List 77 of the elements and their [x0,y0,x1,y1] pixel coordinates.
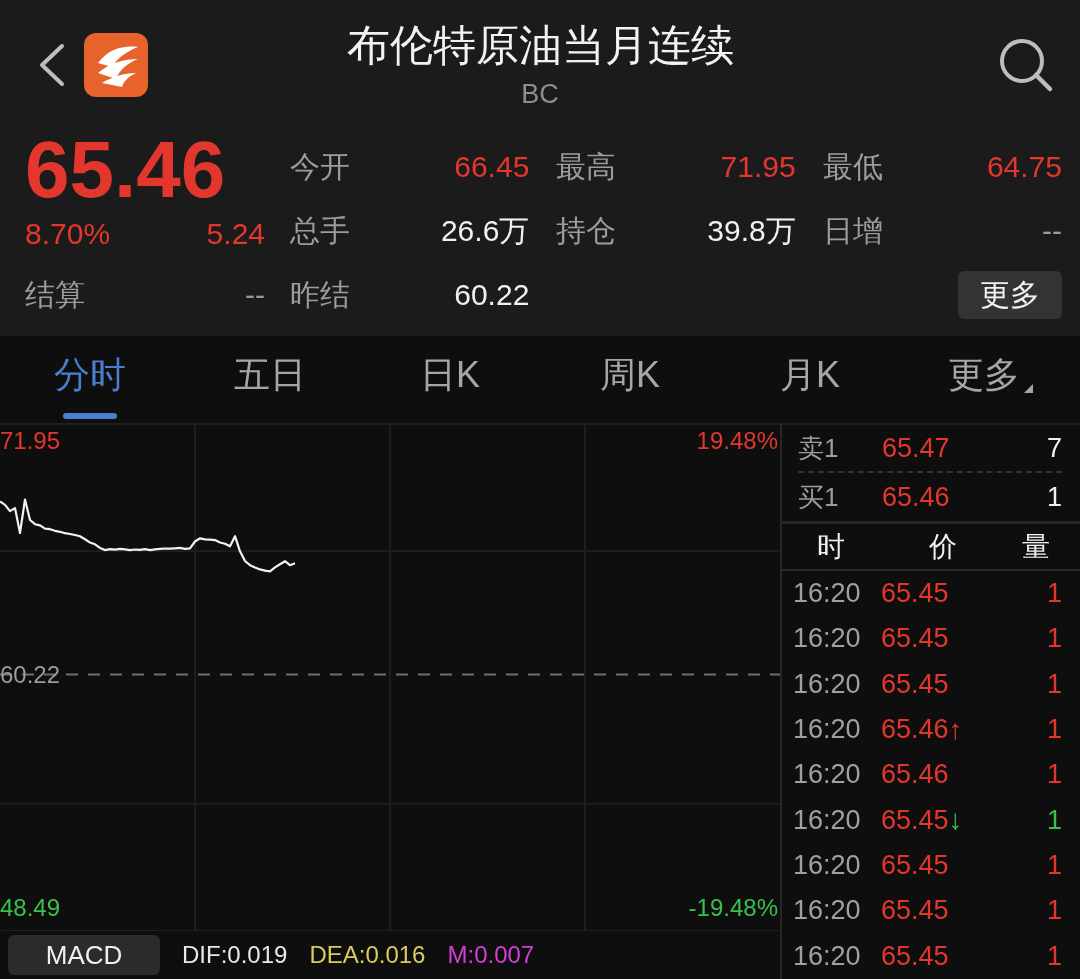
caret-icon [1023,384,1033,393]
trade-time: 16:20 [793,668,862,700]
percent-label: -19.48% [688,894,778,922]
stat-label: 总手 [290,212,350,249]
trade-price: 65.46 [881,759,949,791]
trade-volume: 1 [1046,940,1062,972]
column-header: 价 [929,529,957,564]
search-icon[interactable] [998,37,1054,93]
chart-tab[interactable]: 日K [360,336,540,423]
chart-tab[interactable]: 更多 [900,336,1080,423]
axis-label: 48.49 [0,894,61,922]
axis-label: 71.95 [0,427,61,455]
stat-label: 最低 [822,148,883,185]
order-volume: 1 [1046,481,1062,513]
ticker-code: BC [521,78,559,110]
stat-value: 71.95 [720,150,796,184]
trade-volume: 1 [1046,850,1062,882]
stat-value: 64.75 [986,150,1062,184]
stat-value: -- [245,278,265,312]
percent-label: 19.48% [696,427,778,455]
trade-time: 16:20 [793,578,862,610]
order-label: 买1 [798,480,840,514]
order-volume: 7 [1046,432,1062,464]
chart-tab[interactable]: 周K [540,336,720,423]
stat-label: 今开 [290,148,350,185]
trade-time: 16:20 [793,895,862,927]
trade-volume: 1 [1046,623,1062,655]
trade-price: 65.46 [881,714,949,746]
trade-price: 65.45 [881,578,949,610]
stat-value: -- [1042,214,1062,248]
trade-time: 16:20 [793,759,862,791]
stat-label: 日增 [822,212,883,249]
more-button[interactable]: 更多 [958,271,1062,319]
trade-volume: 1 [1046,714,1062,746]
indicator-value: DEA:0.016 [309,941,426,969]
trend-arrow: ↑ [948,713,963,746]
trade-volume: 1 [1046,578,1062,610]
stat-label: 最高 [556,148,617,185]
trade-time: 16:20 [793,714,862,746]
trade-volume: 1 [1046,759,1062,791]
column-header: 量 [1022,529,1050,564]
change-amount: 5.24 [206,217,265,251]
stat-value: 26.6万 [440,212,530,249]
trade-time: 16:20 [793,804,862,836]
trade-volume: 1 [1046,668,1062,700]
trend-arrow: ↓ [948,804,963,837]
trade-price: 65.45 [881,804,949,836]
order-price: 65.46 [882,481,951,513]
stat-value: 60.22 [454,278,530,312]
stat-label: 结算 [25,276,85,313]
indicator-value: M:0.007 [447,941,535,969]
order-label: 卖1 [798,431,840,465]
page-title: 布伦特原油当月连续 [346,20,734,70]
trade-price: 65.45 [881,895,949,927]
column-header: 时 [816,529,845,564]
trade-time: 16:20 [793,850,862,882]
indicator-button[interactable]: MACD [8,935,160,975]
stat-value: 66.45 [454,150,530,184]
last-price: 65.46 [25,135,227,205]
stat-label: 昨结 [290,276,350,313]
stat-label: 持仓 [556,212,617,249]
trade-price: 65.45 [881,623,949,655]
change-percent: 8.70% [25,217,111,251]
logo-icon [84,33,148,97]
indicator-value: DIF:0.019 [182,941,288,969]
trade-volume: 1 [1046,804,1062,836]
trade-time: 16:20 [793,623,862,655]
chart-tab[interactable]: 分时 [0,336,180,423]
trade-price: 65.45 [881,668,949,700]
chart-tab[interactable]: 月K [720,336,900,423]
order-price: 65.47 [882,432,951,464]
chart-tab[interactable]: 五日 [180,336,360,423]
trade-price: 65.45 [881,850,949,882]
stat-value: 39.8万 [707,212,796,249]
trade-time: 16:20 [793,940,862,972]
trade-price: 65.45 [881,940,949,972]
trade-volume: 1 [1046,895,1062,927]
